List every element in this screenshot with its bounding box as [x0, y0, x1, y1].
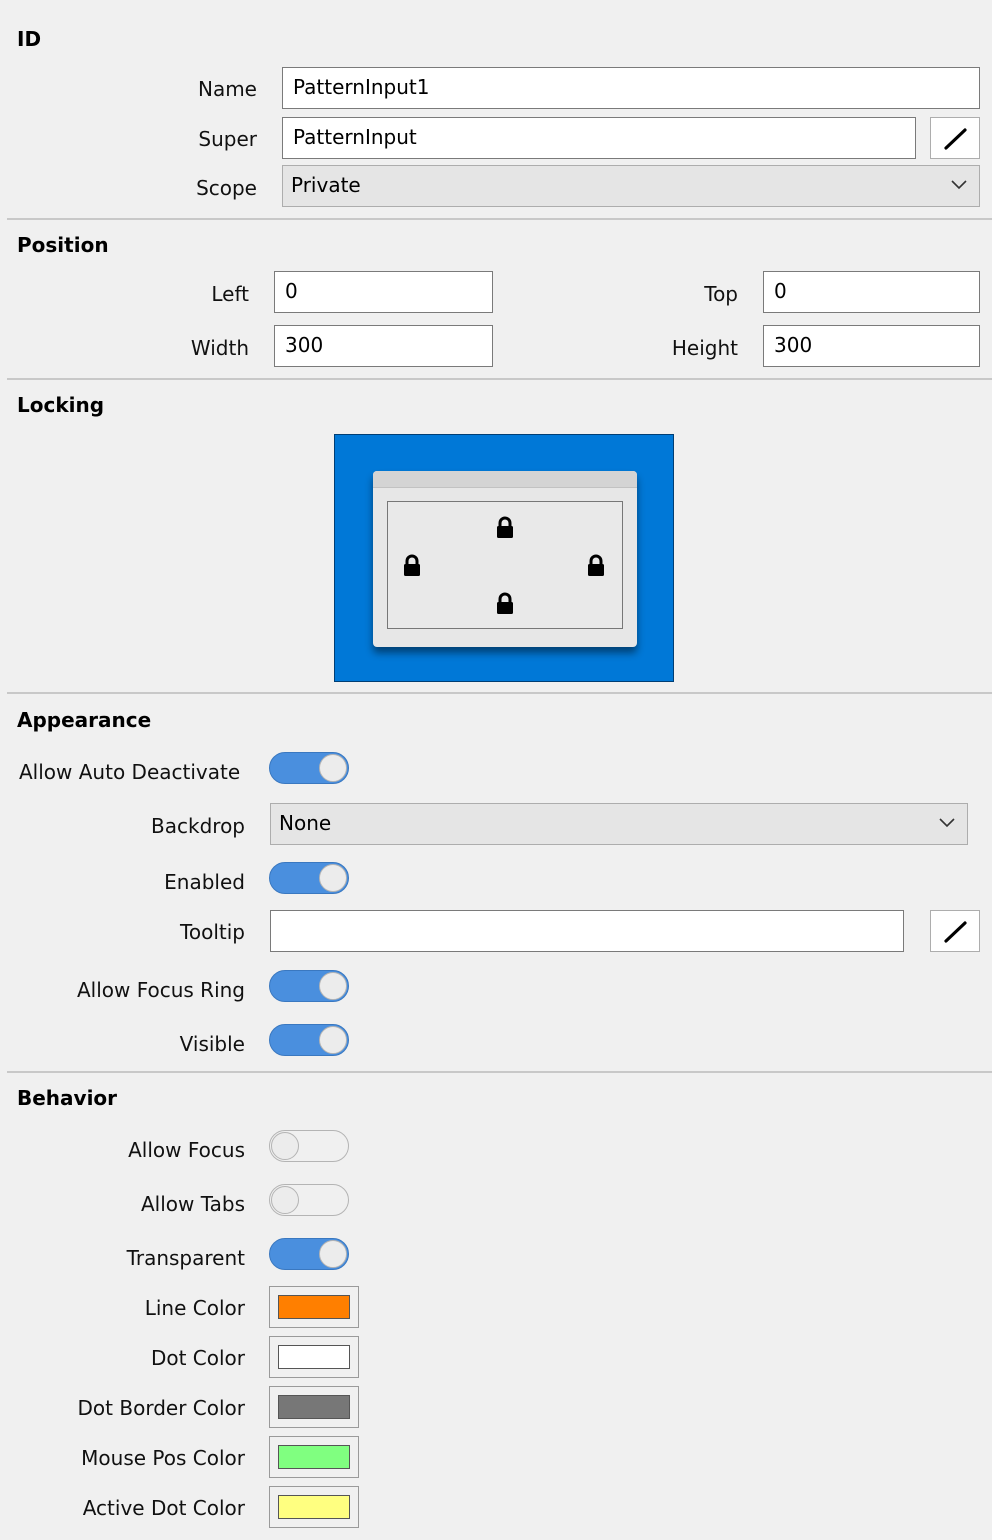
backdrop-select-value: None — [279, 811, 332, 835]
scope-select[interactable]: Private — [282, 165, 980, 207]
line-color-fill — [278, 1295, 350, 1319]
dot-border-color-swatch[interactable] — [269, 1386, 359, 1428]
name-label: Name — [197, 77, 257, 101]
chevron-down-icon — [951, 180, 967, 190]
super-label: Super — [198, 127, 257, 151]
enabled-toggle[interactable] — [269, 862, 349, 894]
tooltip-edit-button[interactable] — [930, 910, 980, 952]
section-title-id: ID — [17, 27, 42, 51]
allow-focus-ring-label: Allow Focus Ring — [76, 978, 245, 1002]
allow-auto-deactivate-label: Allow Auto Deactivate — [19, 760, 241, 784]
left-field[interactable]: 0 — [274, 271, 493, 313]
active-dot-color-label: Active Dot Color — [82, 1496, 245, 1520]
section-title-behavior: Behavior — [17, 1086, 118, 1110]
transparent-label: Transparent — [126, 1246, 245, 1270]
dot-border-color-fill — [278, 1395, 350, 1419]
allow-focus-toggle[interactable] — [269, 1130, 349, 1162]
toggle-knob — [319, 754, 347, 782]
backdrop-select[interactable]: None — [270, 803, 968, 845]
height-label: Height — [671, 336, 738, 360]
section-title-position: Position — [17, 233, 109, 257]
height-field[interactable]: 300 — [763, 325, 980, 367]
section-title-appearance: Appearance — [17, 708, 152, 732]
toggle-knob — [319, 864, 347, 892]
lock-left-icon[interactable] — [402, 554, 422, 578]
dot-color-label: Dot Color — [150, 1346, 245, 1370]
dot-border-color-label: Dot Border Color — [77, 1396, 245, 1420]
name-field[interactable]: PatternInput1 — [282, 67, 980, 109]
divider-locking — [7, 692, 992, 694]
left-label: Left — [211, 282, 249, 306]
enabled-label: Enabled — [164, 870, 245, 894]
top-label: Top — [704, 282, 738, 306]
lock-top-icon[interactable] — [495, 516, 515, 540]
visible-label: Visible — [179, 1032, 245, 1056]
allow-focus-ring-toggle[interactable] — [269, 970, 349, 1002]
pencil-icon — [944, 128, 967, 150]
line-color-swatch[interactable] — [269, 1286, 359, 1328]
tooltip-label: Tooltip — [180, 920, 245, 944]
allow-focus-label: Allow Focus — [128, 1138, 245, 1162]
transparent-toggle[interactable] — [269, 1238, 349, 1270]
mouse-pos-color-fill — [278, 1445, 350, 1469]
width-field[interactable]: 300 — [274, 325, 493, 367]
lock-right-icon[interactable] — [586, 554, 606, 578]
width-label: Width — [190, 336, 249, 360]
toggle-knob — [319, 1240, 347, 1268]
line-color-label: Line Color — [144, 1296, 245, 1320]
divider-position — [7, 378, 992, 380]
toggle-knob — [319, 972, 347, 1000]
active-dot-color-swatch[interactable] — [269, 1486, 359, 1528]
scope-label: Scope — [196, 176, 257, 200]
visible-toggle[interactable] — [269, 1024, 349, 1056]
chevron-down-icon — [939, 818, 955, 828]
toggle-knob — [271, 1132, 299, 1160]
allow-auto-deactivate-toggle[interactable] — [269, 752, 349, 784]
super-field[interactable]: PatternInput — [282, 117, 916, 159]
dot-color-fill — [278, 1345, 350, 1369]
tooltip-field[interactable] — [270, 910, 904, 952]
dot-color-swatch[interactable] — [269, 1336, 359, 1378]
backdrop-label: Backdrop — [151, 814, 245, 838]
allow-tabs-toggle[interactable] — [269, 1184, 349, 1216]
mouse-pos-color-label: Mouse Pos Color — [81, 1446, 245, 1470]
locking-control[interactable] — [334, 434, 674, 682]
divider-appearance — [7, 1071, 992, 1073]
top-field[interactable]: 0 — [763, 271, 980, 313]
allow-tabs-label: Allow Tabs — [140, 1192, 245, 1216]
toggle-knob — [319, 1026, 347, 1054]
locking-window-preview — [373, 471, 637, 647]
mouse-pos-color-swatch[interactable] — [269, 1436, 359, 1478]
locking-inner-frame — [387, 501, 623, 629]
pencil-icon — [944, 921, 967, 943]
divider-id — [7, 218, 992, 220]
section-title-locking: Locking — [17, 393, 105, 417]
toggle-knob — [271, 1186, 299, 1214]
locking-window-titlebar — [373, 471, 637, 488]
active-dot-color-fill — [278, 1495, 350, 1519]
super-edit-button[interactable] — [930, 117, 980, 159]
scope-select-value: Private — [291, 173, 361, 197]
lock-bottom-icon[interactable] — [495, 592, 515, 616]
